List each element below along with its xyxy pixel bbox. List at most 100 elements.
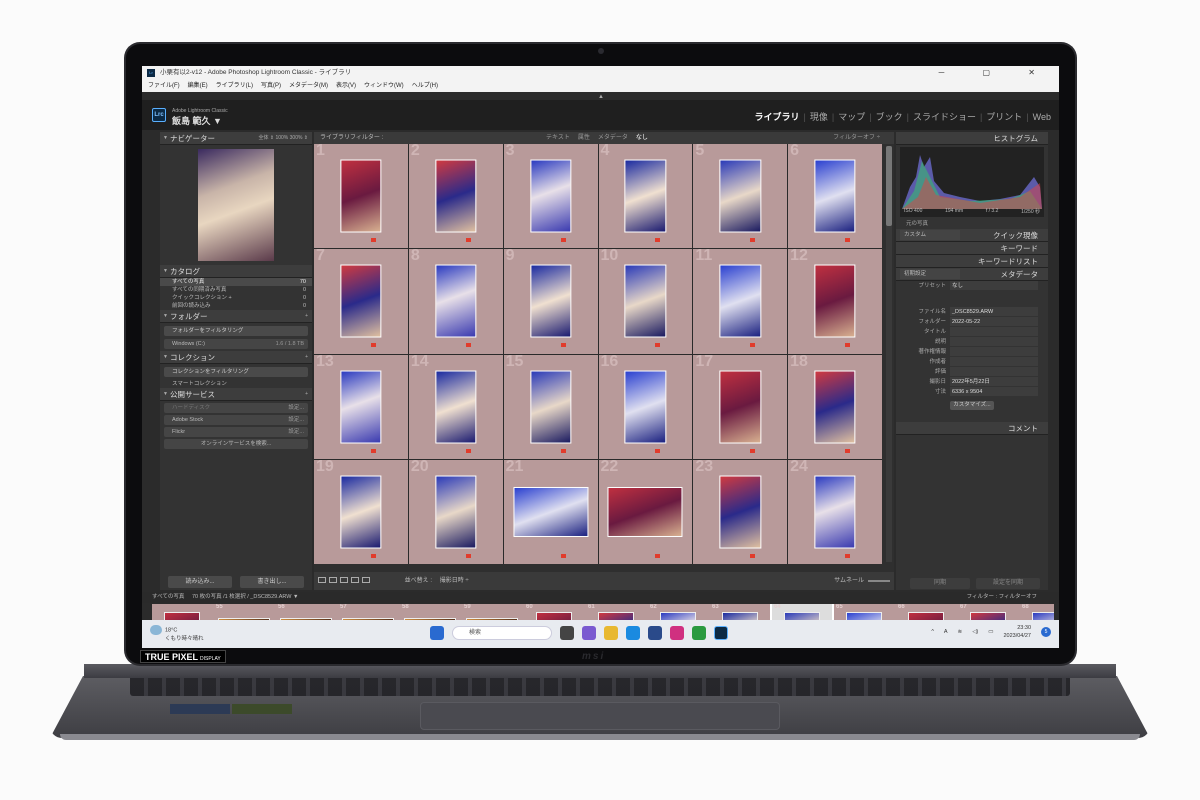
keywording-header[interactable]: キーワード	[896, 242, 1048, 255]
menu-item[interactable]: ファイル(F)	[148, 83, 180, 89]
thumbnail-size-slider[interactable]	[868, 580, 890, 582]
navigator-header[interactable]: ▼ ナビゲーター 全体 ⇕ 100% 300% ⇕	[160, 132, 312, 145]
thumbnail-image[interactable]	[529, 264, 572, 338]
people-view-icon[interactable]	[362, 577, 370, 584]
catalog-item-quick-collection[interactable]: クイックコレクション +0	[160, 294, 312, 302]
menu-item[interactable]: 写真(P)	[261, 83, 281, 89]
module-tab[interactable]: ブック	[876, 112, 903, 122]
metadata-value[interactable]: 2022-05-22	[950, 317, 1038, 326]
thumbnail-cell[interactable]: 20	[408, 459, 503, 564]
thumbnail-image[interactable]	[340, 159, 382, 233]
notification-badge[interactable]: 5	[1041, 627, 1051, 637]
start-icon[interactable]	[430, 626, 444, 640]
edge-icon[interactable]	[626, 626, 640, 640]
thumbnail-cell[interactable]: 3	[503, 144, 598, 249]
module-tab[interactable]: 現像	[810, 112, 828, 122]
thumbnail-cell[interactable]: 6	[788, 144, 882, 249]
thumbnail-image[interactable]	[435, 370, 477, 444]
thumbnail-cell[interactable]: 4	[598, 144, 693, 249]
metadata-value[interactable]: 6336 x 9504	[950, 387, 1038, 396]
original-photo-toggle[interactable]: 元の写真	[896, 219, 1048, 229]
clock[interactable]: 23:30 2023/04/27	[1003, 624, 1031, 640]
customize-button[interactable]: カスタマイズ...	[950, 401, 994, 410]
lightroom-taskbar-icon[interactable]	[714, 626, 728, 640]
sort-dropdown[interactable]: 撮影日時 ÷	[440, 578, 469, 584]
compare-view-icon[interactable]	[340, 577, 348, 584]
filmstrip-info[interactable]: 70 枚の写真 /1 枚選択 / _DSC8529.ARW ▼	[192, 594, 299, 600]
tray-chevron-icon[interactable]: ^	[931, 629, 934, 635]
comments-header[interactable]: コメント	[896, 422, 1048, 435]
thumbnail-cell[interactable]: 16	[598, 354, 693, 459]
thumbnail-image[interactable]	[624, 264, 667, 338]
grid-view-icon[interactable]	[318, 577, 326, 584]
catalog-item-all-photos[interactable]: すべての写真 70	[160, 278, 312, 286]
menu-item[interactable]: 編集(E)	[188, 83, 208, 89]
export-button[interactable]: 書き出し...	[240, 576, 304, 588]
quick-develop-preset[interactable]: カスタム	[900, 230, 960, 240]
sync-metadata-button[interactable]: 同期	[910, 578, 970, 589]
find-more-services-button[interactable]: オンラインサービスを検索...	[164, 439, 308, 449]
thumbnail-cell[interactable]: 11	[693, 249, 788, 354]
thumbnail-cell[interactable]: 1	[314, 144, 408, 249]
filter-option[interactable]: 属性	[578, 135, 590, 141]
photos-icon[interactable]	[670, 626, 684, 640]
filter-option[interactable]: なし	[636, 135, 648, 141]
module-tab[interactable]: プリント	[986, 112, 1022, 122]
thumbnail-cell[interactable]: 23	[693, 459, 788, 564]
module-tab[interactable]: スライドショー	[913, 112, 976, 122]
survey-view-icon[interactable]	[351, 577, 359, 584]
import-button[interactable]: 読み込み...	[168, 576, 232, 588]
metadata-value[interactable]	[950, 327, 1038, 336]
metadata-value[interactable]: 2022年5月22日	[950, 377, 1038, 386]
thumbnail-image[interactable]	[435, 264, 477, 338]
thumbnail-cell[interactable]: 15	[503, 354, 598, 459]
thumbnail-cell[interactable]: 7	[314, 249, 408, 354]
publish-adobe-stock[interactable]: Adobe Stock 設定...	[164, 415, 308, 425]
menu-item[interactable]: ヘルプ(H)	[412, 83, 438, 89]
thumbnail-image[interactable]	[340, 475, 382, 549]
filter-preset-dropdown[interactable]: フィルターオフ ÷	[833, 132, 880, 144]
folders-header[interactable]: ▼ フォルダー +	[160, 310, 312, 323]
module-tab[interactable]: ライブラリ	[755, 112, 800, 122]
thumbnail-image[interactable]	[529, 159, 572, 233]
thumbnail-image[interactable]	[814, 159, 856, 233]
filter-option[interactable]: メタデータ	[598, 135, 628, 141]
metadata-value[interactable]	[950, 367, 1038, 376]
collection-filter-input[interactable]: コレクションをフィルタリング	[164, 367, 308, 377]
thumbnail-cell[interactable]: 8	[408, 249, 503, 354]
menu-item[interactable]: 表示(V)	[336, 83, 356, 89]
thumbnail-image[interactable]	[529, 370, 572, 444]
menu-item[interactable]: ウィンドウ(W)	[364, 83, 404, 89]
metadata-preset[interactable]: 初期設定	[900, 269, 960, 279]
metadata-value[interactable]	[950, 337, 1038, 346]
module-tab[interactable]: Web	[1033, 112, 1051, 122]
thumbnail-image[interactable]	[624, 370, 667, 444]
filmstrip-source[interactable]: すべての写真	[152, 594, 184, 600]
thumbnail-cell[interactable]: 5	[693, 144, 788, 249]
folder-filter-input[interactable]: フォルダーをフィルタリング	[164, 326, 308, 336]
metadata-value[interactable]	[950, 357, 1038, 366]
thumbnail-image[interactable]	[435, 475, 477, 549]
thumbnail-image[interactable]	[513, 486, 589, 537]
thumbnail-image[interactable]	[814, 264, 856, 338]
thumbnail-cell[interactable]: 10	[598, 249, 693, 354]
taskbar-search[interactable]: 検索	[452, 626, 552, 640]
metadata-value[interactable]	[950, 347, 1038, 356]
thumbnail-cell[interactable]: 17	[693, 354, 788, 459]
menu-item[interactable]: ライブラリ(L)	[216, 83, 253, 89]
thumbnail-cell[interactable]: 12	[788, 249, 882, 354]
scrollbar-thumb[interactable]	[886, 146, 892, 226]
filter-option[interactable]: テキスト	[546, 135, 570, 141]
thumbnail-cell[interactable]: 13	[314, 354, 408, 459]
grid-scrollbar[interactable]	[886, 146, 892, 562]
smart-collections[interactable]: スマートコレクション	[160, 380, 312, 388]
thumbnail-image[interactable]	[719, 475, 761, 549]
publish-services-header[interactable]: ▼ 公開サービス +	[160, 388, 312, 401]
window-controls[interactable]: ─ ▢ ✕	[939, 66, 1053, 80]
thumbnail-image[interactable]	[814, 370, 856, 444]
filmstrip-filter[interactable]: フィルター : フィルターオフ	[967, 592, 1037, 603]
navigator-preview[interactable]	[198, 149, 274, 261]
metadata-header[interactable]: 初期設定 メタデータ	[896, 268, 1048, 281]
publish-hard-drive[interactable]: ハードディスク 設定...	[164, 403, 308, 413]
volume-icon[interactable]: ◁)	[972, 629, 978, 635]
